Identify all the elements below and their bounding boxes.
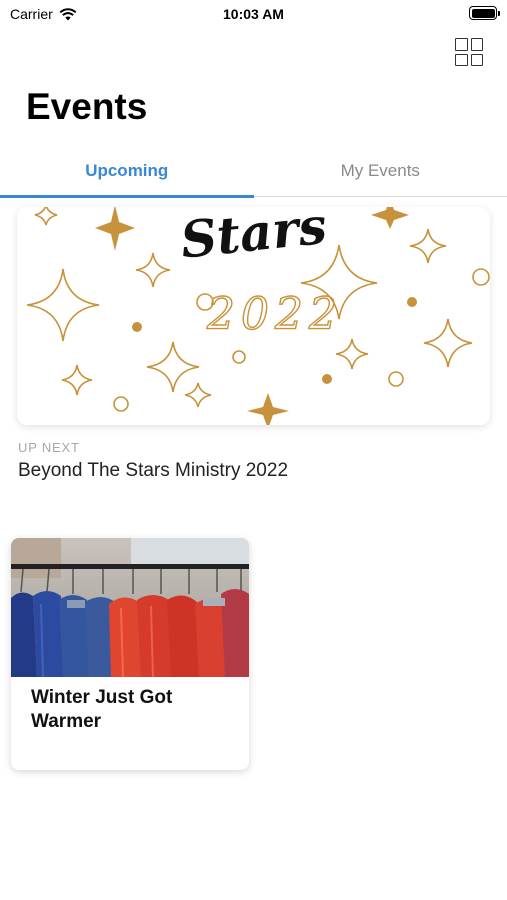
page-title: Events xyxy=(26,86,148,127)
battery-icon xyxy=(469,6,500,20)
tab-upcoming[interactable]: Upcoming xyxy=(0,150,254,196)
battery-level xyxy=(471,8,495,18)
featured-event-card[interactable]: Stars 2022 xyxy=(17,207,490,425)
gold-dot xyxy=(322,374,332,384)
status-time: 10:03 AM xyxy=(223,6,284,22)
banner-year: 2022 xyxy=(206,289,343,340)
stars-banner-image: Stars 2022 xyxy=(17,207,490,425)
jackets-image xyxy=(11,538,249,678)
grid-cell xyxy=(455,38,468,51)
tab-my-events[interactable]: My Events xyxy=(254,150,507,196)
up-next-label: UP NEXT xyxy=(18,440,80,455)
status-bar: Carrier 10:03 AM xyxy=(0,0,507,30)
grid-cell xyxy=(470,53,483,66)
gold-dot xyxy=(132,322,142,332)
event-card-title: Winter Just Got Warmer xyxy=(31,687,173,732)
grid-cell xyxy=(470,38,483,51)
active-tab-indicator xyxy=(0,194,254,198)
segmented-tabs: Upcoming My Events xyxy=(0,150,507,198)
featured-event-title[interactable]: Beyond The Stars Ministry 2022 xyxy=(18,460,288,482)
event-card[interactable]: Winter Just Got Warmer xyxy=(11,538,249,770)
grid-view-icon[interactable] xyxy=(455,38,483,66)
grid-cell xyxy=(455,53,468,66)
gold-dot xyxy=(407,297,417,307)
